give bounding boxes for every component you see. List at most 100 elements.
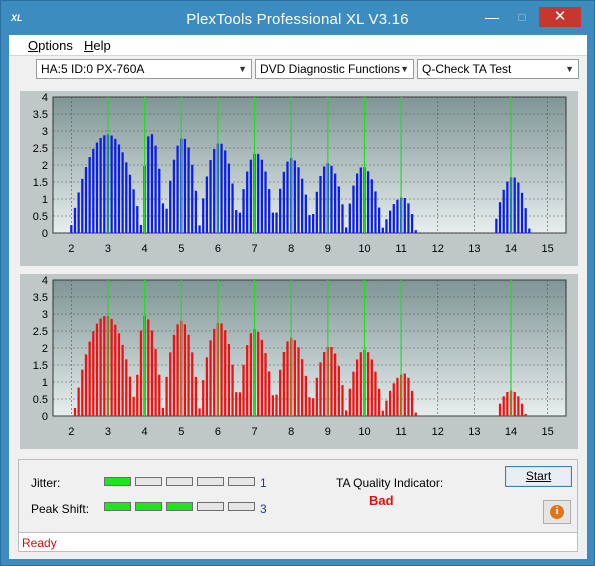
peak-shift-meter-segment [135, 502, 162, 511]
data-bar [396, 377, 399, 416]
info-icon: i [550, 505, 564, 519]
y-tick-label: 4 [42, 275, 48, 287]
data-bar [202, 198, 205, 233]
data-bar [224, 330, 227, 416]
data-bar [297, 167, 300, 233]
info-button[interactable]: i [543, 500, 571, 524]
peak-shift-chart: 0 0.5 1 1.5 2 2.5 3 3.5 4 2 3 4 5 6 7 8 9 10 11 12 13 14 15 [20, 274, 578, 449]
jitter-chart: 0 0.5 1 1.5 2 2.5 3 3.5 4 2 3 4 5 6 7 8 9 10 11 12 13 14 15 [20, 91, 578, 266]
data-bar [183, 138, 187, 233]
x-tick-label: 3 [105, 426, 111, 438]
jitter-label: Jitter: [31, 476, 61, 490]
jitter-meter-segment [135, 477, 162, 486]
data-bar [92, 148, 95, 233]
data-bar [220, 323, 223, 416]
data-bar [198, 225, 201, 233]
data-bar [264, 171, 267, 233]
data-bar [198, 408, 201, 416]
data-bar [161, 407, 165, 416]
y-tick-label: 4 [42, 92, 48, 104]
y-tick-label: 3 [42, 309, 48, 321]
data-bar [410, 214, 414, 233]
data-bar [513, 391, 516, 416]
jitter-meter-segment [197, 477, 224, 486]
y-tick-label: 2 [42, 343, 48, 355]
data-bar [359, 352, 362, 416]
data-bar [176, 145, 179, 233]
data-bar [377, 388, 381, 416]
data-bar [183, 324, 187, 416]
jitter-meter-segment [166, 477, 193, 486]
y-tick-label: 2.5 [33, 326, 48, 338]
data-bar [345, 227, 348, 233]
data-bar [205, 357, 209, 416]
data-bar [304, 194, 307, 233]
x-tick-label: 4 [142, 243, 148, 255]
data-bar [520, 403, 524, 416]
data-bar [392, 383, 395, 416]
data-bar [227, 163, 231, 233]
menu-options[interactable]: Options [28, 38, 73, 53]
data-bar [330, 347, 333, 416]
data-bar [161, 203, 165, 233]
data-bar [396, 199, 399, 233]
x-tick-label: 14 [505, 426, 517, 438]
data-bar [366, 352, 370, 416]
jitter-meter [104, 477, 255, 486]
data-bar [187, 147, 190, 233]
data-bar [172, 334, 176, 416]
drive-select[interactable]: HA:5 ID:0 PX-760A ▼ [36, 59, 252, 79]
data-bar [260, 339, 264, 416]
peak-shift-meter-segment [104, 502, 131, 511]
data-bar [517, 182, 520, 233]
start-button[interactable]: Start [505, 466, 572, 487]
data-bar [370, 359, 373, 416]
x-tick-label: 6 [215, 426, 221, 438]
data-bar [117, 144, 121, 233]
jitter-meter-segment [104, 477, 131, 486]
data-bar [268, 189, 271, 233]
x-tick-label: 2 [68, 426, 74, 438]
data-bar [150, 330, 154, 416]
menu-help[interactable]: Help [84, 38, 111, 53]
data-bar [495, 218, 498, 233]
data-bar [374, 191, 377, 233]
data-bar [191, 352, 194, 416]
data-bar [410, 390, 414, 416]
y-tick-label: 0.5 [33, 394, 48, 406]
data-bar [355, 359, 359, 416]
data-bar [301, 178, 304, 233]
data-bar [209, 340, 212, 416]
data-bar [348, 203, 351, 233]
chevron-down-icon: ▼ [565, 64, 574, 74]
maximize-icon[interactable]: □ [509, 7, 535, 27]
close-icon[interactable]: ✕ [539, 7, 581, 27]
data-bar [282, 171, 285, 233]
x-tick-label: 2 [68, 243, 74, 255]
test-select[interactable]: Q-Check TA Test ▼ [417, 59, 579, 79]
data-bar [315, 377, 318, 416]
data-bar [121, 152, 124, 233]
jitter-value: 1 [260, 476, 267, 490]
data-bar [341, 204, 344, 233]
y-tick-label: 3.5 [33, 109, 48, 121]
data-bar [73, 207, 77, 233]
data-bar [374, 371, 377, 416]
data-bar [517, 396, 520, 416]
x-tick-label: 13 [468, 426, 480, 438]
minimize-icon[interactable]: — [479, 7, 505, 27]
function-select[interactable]: DVD Diagnostic Functions ▼ [255, 59, 414, 79]
y-tick-label: 3.5 [33, 292, 48, 304]
data-bar [103, 135, 106, 233]
window-title: PlexTools Professional XL V3.16 [186, 11, 409, 28]
title-bar[interactable]: XL PlexTools Professional XL V3.16 — □ ✕ [1, 1, 594, 35]
chevron-down-icon: ▼ [238, 64, 247, 74]
peak-shift-meter [104, 502, 255, 511]
data-bar [194, 190, 198, 233]
app-window: XL PlexTools Professional XL V3.16 — □ ✕… [0, 0, 595, 566]
x-tick-label: 7 [251, 243, 257, 255]
data-bar [213, 328, 216, 416]
data-bar [502, 189, 505, 233]
y-tick-label: 1 [42, 194, 48, 206]
data-bar [238, 212, 242, 233]
